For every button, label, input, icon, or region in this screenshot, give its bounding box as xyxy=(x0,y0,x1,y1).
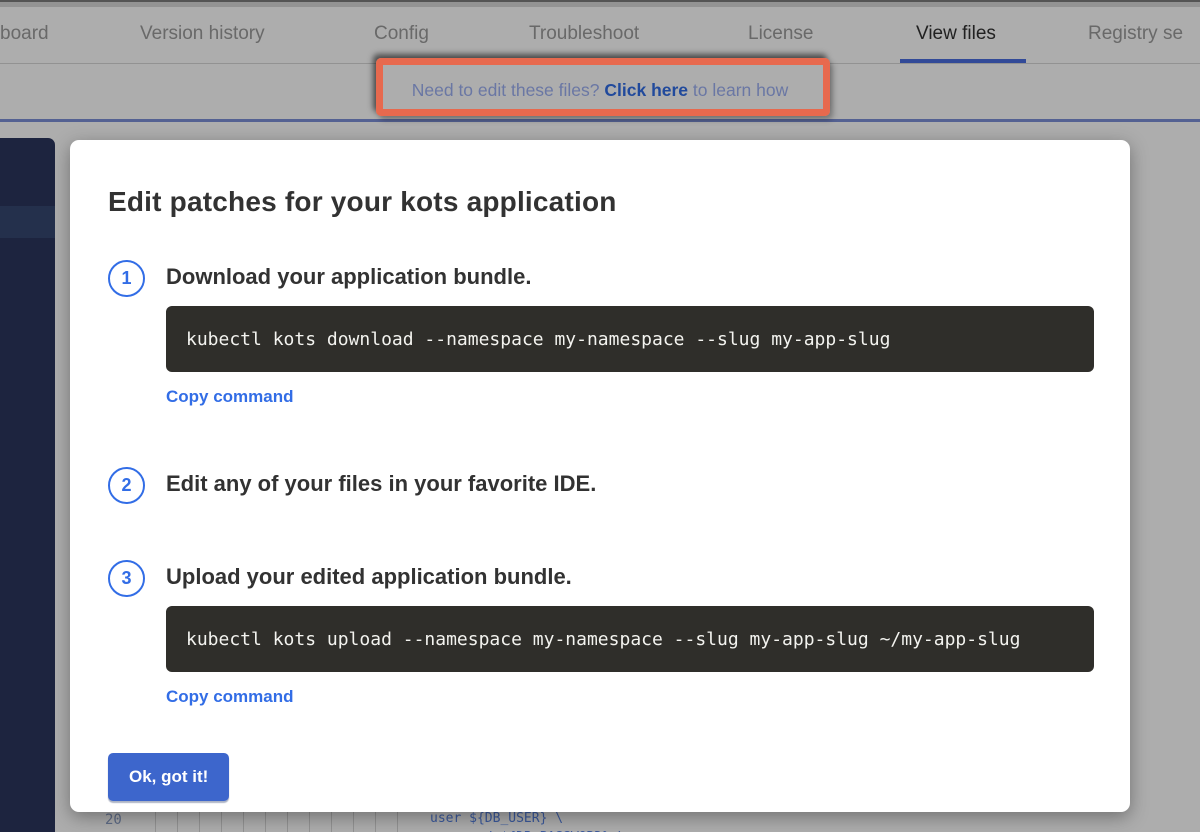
download-command-block: kubectl kots download --namespace my-nam… xyxy=(166,306,1094,372)
step-3-heading: Upload your edited application bundle. xyxy=(166,560,1094,593)
step-1-number-badge: 1 xyxy=(108,260,145,297)
upload-command-text: kubectl kots upload --namespace my-names… xyxy=(186,629,1020,650)
ok-got-it-button[interactable]: Ok, got it! xyxy=(108,753,229,801)
upload-command-block: kubectl kots upload --namespace my-names… xyxy=(166,606,1094,672)
step-1-heading: Download your application bundle. xyxy=(166,260,1094,293)
annotation-highlight-box xyxy=(376,58,830,116)
copy-download-command-link[interactable]: Copy command xyxy=(166,387,294,407)
download-command-text: kubectl kots download --namespace my-nam… xyxy=(186,329,890,350)
edit-patches-modal: Edit patches for your kots application 1… xyxy=(70,140,1130,812)
step-upload: 3 Upload your edited application bundle.… xyxy=(108,562,1094,707)
app-screen: board Version history Config Troubleshoo… xyxy=(0,0,1200,832)
step-3-number-badge: 3 xyxy=(108,560,145,597)
step-2-heading: Edit any of your files in your favorite … xyxy=(166,467,1094,500)
step-download: 1 Download your application bundle. kube… xyxy=(108,262,1094,407)
modal-title: Edit patches for your kots application xyxy=(108,186,1094,218)
step-edit: 2 Edit any of your files in your favorit… xyxy=(108,469,1094,504)
copy-upload-command-link[interactable]: Copy command xyxy=(166,687,294,707)
step-2-number-badge: 2 xyxy=(108,467,145,504)
